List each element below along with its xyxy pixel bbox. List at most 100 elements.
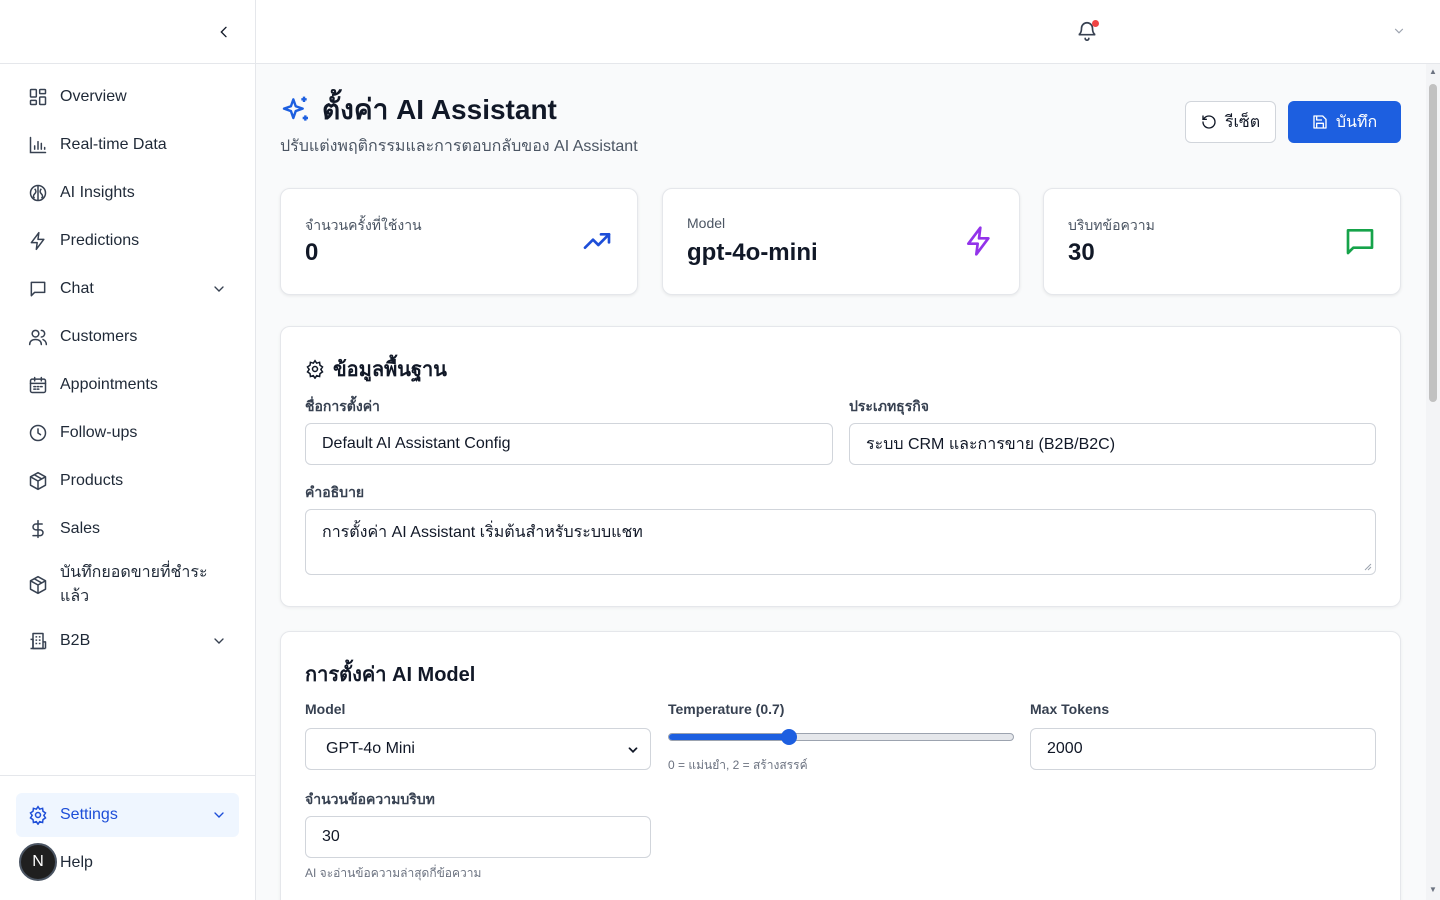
gear-icon	[306, 359, 324, 379]
sidebar-item-label: Chat	[60, 280, 94, 297]
stat-label: จำนวนครั้งที่ใช้งาน	[305, 217, 422, 233]
card-title: การตั้งค่า AI Model	[305, 658, 475, 690]
sidebar-item-customers[interactable]: Customers	[16, 317, 239, 357]
stat-card-usage: จำนวนครั้งที่ใช้งาน 0	[280, 188, 638, 295]
page-title: ตั้งค่า AI Assistant	[322, 94, 557, 125]
notification-dot	[1092, 20, 1099, 27]
sidebar-item-label: Sales	[60, 520, 101, 537]
save-button[interactable]: บันทึก	[1288, 101, 1401, 143]
sidebar-item-chat[interactable]: Chat	[16, 269, 239, 309]
chevron-down-icon	[214, 812, 224, 818]
page-header: ตั้งค่า AI Assistant	[280, 88, 557, 132]
basic-info-card: ข้อมูลพื้นฐาน ชื่อการตั้งค่า Default AI …	[280, 326, 1401, 607]
stat-label: Model	[687, 215, 726, 231]
collapse-sidebar-button[interactable]	[212, 20, 236, 44]
sidebar-item-settings[interactable]: Settings	[16, 793, 239, 837]
sidebar-item-b2b[interactable]: B2B	[16, 621, 239, 661]
sidebar-item-realtime-data[interactable]: Real-time Data	[16, 125, 239, 165]
stat-label: บริบทข้อความ	[1068, 217, 1155, 233]
grid-icon	[28, 87, 48, 107]
avatar[interactable]: N	[19, 843, 57, 881]
rotate-ccw-icon	[1202, 115, 1216, 129]
box-icon	[28, 575, 48, 595]
sidebar-item-ai-insights[interactable]: AI Insights	[16, 173, 239, 213]
sidebar-header	[0, 0, 255, 64]
card-title: ข้อมูลพื้นฐาน	[305, 353, 447, 385]
save-icon	[1313, 115, 1327, 129]
reset-button[interactable]: รีเซ็ต	[1185, 101, 1276, 143]
temperature-slider-fill	[669, 734, 790, 740]
model-label: Model	[305, 701, 346, 717]
sidebar-item-label: บันทึกยอดขายที่ชำระแล้ว	[60, 564, 208, 605]
description-value: การตั้งค่า AI Assistant เริ่มต้นสำหรับระ…	[322, 524, 643, 541]
sidebar-item-appointments[interactable]: Appointments	[16, 365, 239, 405]
message-square-icon	[28, 279, 48, 299]
lightning-icon	[967, 226, 990, 256]
sidebar-item-label: Appointments	[60, 376, 158, 393]
box-icon	[28, 471, 48, 491]
scroll-down-arrow[interactable]: ▼	[1429, 886, 1437, 894]
chevron-down-icon	[628, 747, 638, 753]
save-label: บันทึก	[1335, 113, 1378, 131]
sidebar-item-sales[interactable]: Sales	[16, 509, 239, 549]
business-type-input[interactable]: ระบบ CRM และการขาย (B2B/B2C)	[849, 423, 1376, 465]
sparkles-icon	[282, 96, 308, 121]
main-content: ตั้งค่า AI Assistant ปรับแต่งพฤติกรรมและ…	[256, 64, 1426, 900]
sidebar-item-products[interactable]: Products	[16, 461, 239, 501]
stat-card-model: Model gpt-4o-mini	[662, 188, 1020, 295]
main-scrollbar[interactable]: ▲ ▼	[1426, 64, 1440, 900]
sidebar-item-label: AI Insights	[60, 184, 135, 201]
model-select[interactable]: GPT-4o Mini	[305, 728, 651, 770]
resize-handle-icon	[1364, 563, 1372, 571]
max-tokens-value: 2000	[1047, 740, 1083, 757]
description-textarea[interactable]: การตั้งค่า AI Assistant เริ่มต้นสำหรับระ…	[305, 509, 1376, 575]
model-select-value: GPT-4o Mini	[326, 740, 415, 757]
sidebar-item-paid-sales[interactable]: บันทึกยอดขายที่ชำระแล้ว	[16, 557, 239, 613]
lightning-icon	[28, 231, 48, 251]
trending-up-icon	[583, 233, 611, 249]
sidebar-item-label: Help	[60, 854, 93, 871]
temperature-slider-thumb[interactable]	[781, 729, 798, 745]
user-menu-button[interactable]	[1392, 24, 1408, 40]
reset-label: รีเซ็ต	[1224, 113, 1261, 131]
chevron-down-icon	[214, 638, 224, 644]
bar-chart-icon	[28, 135, 48, 155]
sidebar-item-label: Settings	[60, 806, 118, 823]
sidebar-item-overview[interactable]: Overview	[16, 77, 239, 117]
chevron-down-icon	[1394, 28, 1404, 34]
calendar-icon	[28, 375, 48, 395]
context-messages-input[interactable]: 30	[305, 816, 651, 858]
sidebar-item-predictions[interactable]: Predictions	[16, 221, 239, 261]
stat-card-context: บริบทข้อความ 30	[1043, 188, 1401, 295]
sidebar-item-label: Follow-ups	[60, 424, 138, 441]
sidebar-item-label: Predictions	[60, 232, 140, 249]
notifications-button[interactable]	[1076, 20, 1100, 44]
context-messages-hint: AI จะอ่านข้อความล่าสุดกี่ข้อความ	[305, 866, 482, 880]
chevron-left-icon	[220, 26, 227, 38]
config-name-input[interactable]: Default AI Assistant Config	[305, 423, 833, 465]
building-icon	[28, 631, 48, 651]
sidebar-item-follow-ups[interactable]: Follow-ups	[16, 413, 239, 453]
clock-icon	[28, 423, 48, 443]
scrollbar-thumb[interactable]	[1429, 84, 1437, 402]
brain-icon	[28, 183, 48, 203]
context-messages-value: 30	[322, 828, 340, 845]
temperature-hint: 0 = แม่นยำ, 2 = สร้างสรรค์	[668, 758, 808, 772]
sidebar-item-label: Overview	[60, 88, 127, 105]
card-title-text: การตั้งค่า AI Model	[305, 664, 476, 686]
scroll-up-arrow[interactable]: ▲	[1429, 68, 1437, 76]
message-square-icon	[1346, 229, 1374, 255]
max-tokens-input[interactable]: 2000	[1030, 728, 1376, 770]
business-type-label: ประเภทธุรกิจ	[849, 398, 929, 414]
business-type-value: ระบบ CRM และการขาย (B2B/B2C)	[866, 435, 1116, 453]
temperature-label: Temperature (0.7)	[668, 701, 785, 717]
top-header	[256, 0, 1440, 64]
sidebar-nav: Overview Real-time Data AI Insights Pred…	[16, 77, 239, 669]
context-messages-label: จำนวนข้อความบริบท	[305, 791, 435, 807]
ai-model-card: การตั้งค่า AI Model Model GPT-4o Mini Te…	[280, 631, 1401, 900]
stat-value: 0	[305, 239, 319, 266]
max-tokens-label: Max Tokens	[1030, 701, 1110, 717]
config-name-value: Default AI Assistant Config	[322, 435, 511, 452]
temperature-slider[interactable]	[668, 729, 1014, 745]
stat-value: gpt-4o-mini	[687, 239, 818, 266]
